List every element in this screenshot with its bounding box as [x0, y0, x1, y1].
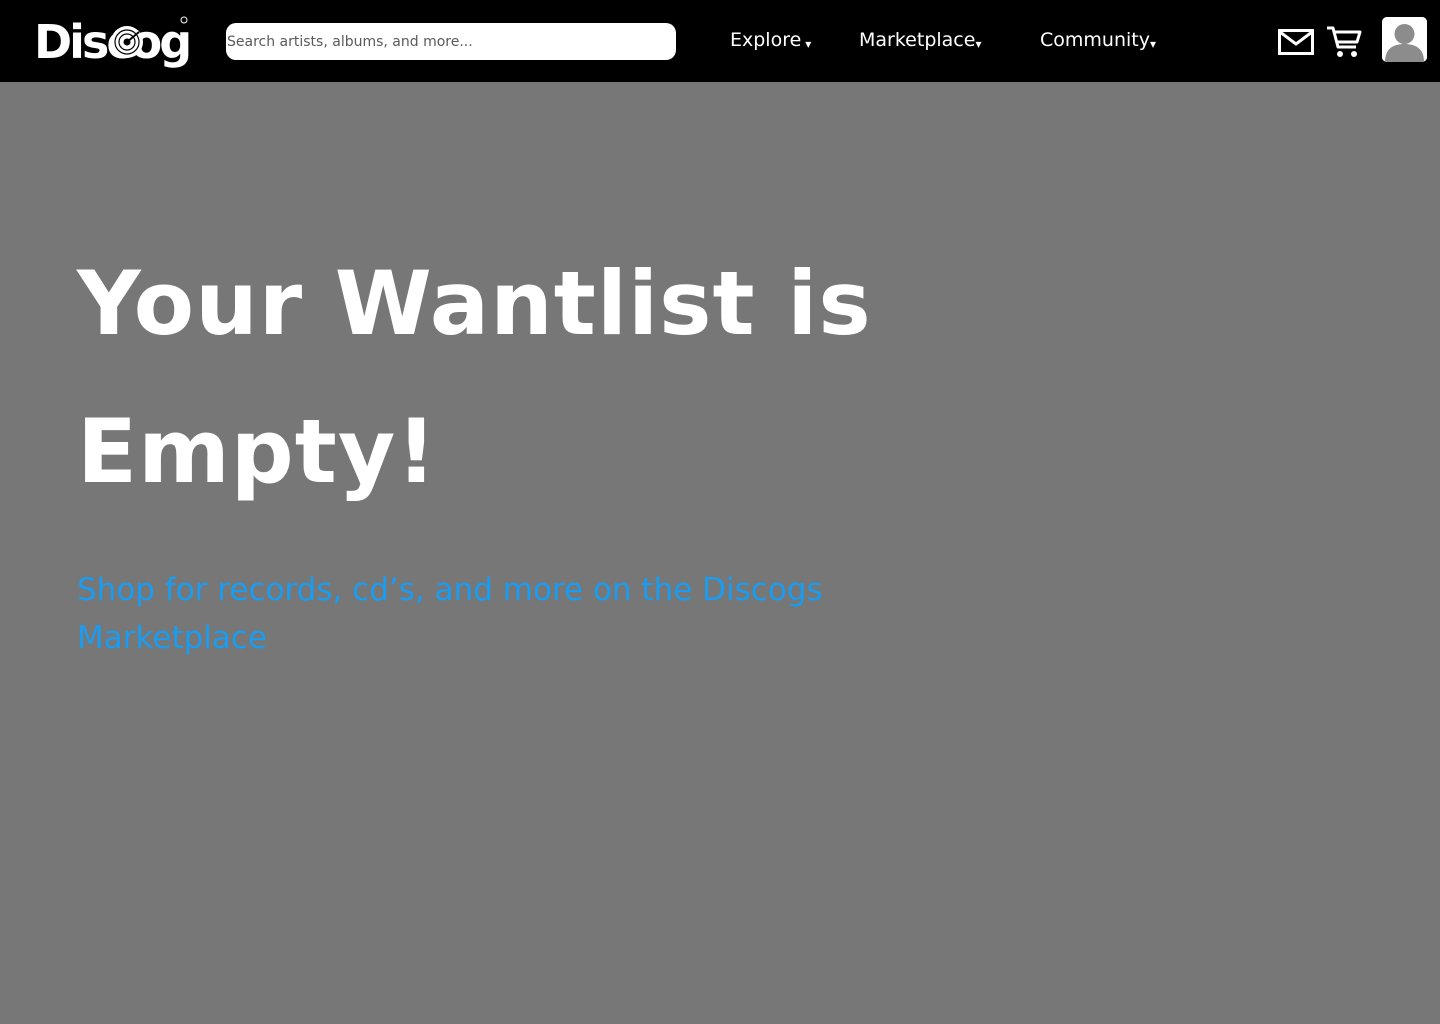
shop-marketplace-link[interactable]: Shop for records, cd’s, and more on the … [77, 566, 877, 662]
user-avatar-icon [1382, 17, 1427, 62]
nav-explore-label: Explore [730, 29, 802, 51]
chevron-down-icon: ▾ [975, 37, 982, 51]
search-box[interactable] [226, 23, 676, 60]
nav-marketplace[interactable]: Marketplace▾ [859, 26, 981, 56]
mail-icon [1278, 29, 1314, 55]
user-avatar-button[interactable] [1382, 17, 1427, 62]
messages-button[interactable] [1278, 29, 1314, 55]
cart-button[interactable] [1326, 25, 1362, 59]
search-input[interactable] [226, 23, 676, 60]
nav-marketplace-label: Marketplace [859, 29, 976, 51]
chevron-down-icon: ▾ [805, 37, 812, 51]
top-navigation-bar: Discogs Explore▾ Marketplace▾ Community▾ [0, 0, 1440, 82]
chevron-down-icon: ▾ [1149, 37, 1156, 51]
discogs-logo-icon: Discogs [34, 15, 218, 69]
discogs-logo[interactable]: Discogs [34, 8, 218, 72]
nav-community-label: Community [1040, 29, 1150, 51]
nav-explore[interactable]: Explore ▾ [730, 26, 811, 56]
cart-icon [1327, 26, 1362, 57]
nav-community[interactable]: Community▾ [1040, 26, 1156, 56]
vinyl-record-icon [111, 26, 143, 58]
page-title: Your Wantlist is Empty! [77, 252, 872, 503]
